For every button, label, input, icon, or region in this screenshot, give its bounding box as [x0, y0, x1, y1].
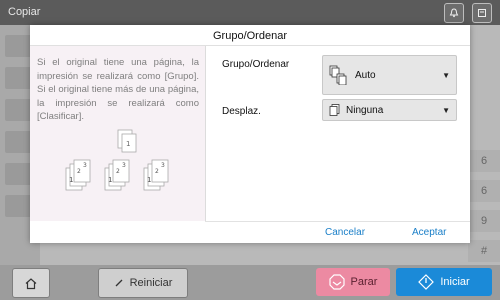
stop-label: Parar [350, 276, 378, 288]
help-panel: Si el original tiene una página, la impr… [30, 46, 206, 221]
start-icon [418, 274, 435, 290]
chevron-down-icon: ▼ [442, 105, 450, 115]
top-bar: Copiar [0, 0, 500, 25]
svg-text:3: 3 [83, 162, 87, 169]
svg-text:1: 1 [108, 176, 112, 184]
svg-text:3: 3 [122, 162, 126, 169]
accept-button[interactable]: Aceptar [412, 227, 446, 238]
page-icon [329, 104, 340, 116]
bell-icon[interactable] [444, 3, 464, 23]
sort-illustration-icon: 1 1 2 3 1 2 3 1 2 3 [65, 129, 169, 191]
start-label: Iniciar [440, 276, 470, 288]
svg-text:1: 1 [69, 176, 73, 184]
chevron-down-icon: ▼ [442, 70, 450, 80]
dialog-footer: Cancelar Aceptar [205, 221, 470, 244]
stop-icon [328, 274, 345, 290]
reset-label: Reiniciar [129, 277, 173, 289]
offset-label: Desplaz. [222, 106, 261, 117]
help-text: Si el original tiene una página, la impr… [37, 57, 199, 122]
group-sort-label: Grupo/Ordenar [222, 59, 290, 70]
app-title: Copiar [8, 6, 41, 18]
numpad-key: # [468, 240, 500, 262]
cancel-button[interactable]: Cancelar [325, 227, 365, 238]
svg-text:3: 3 [161, 162, 165, 169]
svg-text:2: 2 [116, 168, 120, 175]
svg-text:2: 2 [77, 168, 81, 175]
group-sort-icon [329, 65, 347, 85]
pencil-icon [115, 279, 123, 287]
dialog-title: Grupo/Ordenar [30, 25, 470, 46]
numpad-key: 6 [468, 150, 500, 172]
home-button[interactable] [12, 268, 50, 298]
group-sort-select[interactable]: Auto ▼ [322, 55, 457, 95]
numpad: 6 6 9 # [468, 150, 500, 270]
svg-text:2: 2 [155, 168, 159, 175]
home-icon [25, 277, 37, 289]
offset-value: Ninguna [346, 104, 384, 116]
group-sort-value: Auto [355, 69, 376, 81]
numpad-key: 9 [468, 210, 500, 232]
offset-select[interactable]: Ninguna ▼ [322, 99, 457, 121]
group-sort-dialog: Grupo/Ordenar Si el original tiene una p… [30, 25, 470, 243]
start-button[interactable]: Iniciar [396, 268, 492, 296]
svg-text:1: 1 [147, 176, 151, 184]
numpad-key: 6 [468, 180, 500, 202]
reset-button[interactable]: Reiniciar [98, 268, 188, 298]
device-status-icon[interactable] [472, 3, 492, 23]
svg-text:1: 1 [126, 140, 130, 148]
stop-button[interactable]: Parar [316, 268, 390, 296]
